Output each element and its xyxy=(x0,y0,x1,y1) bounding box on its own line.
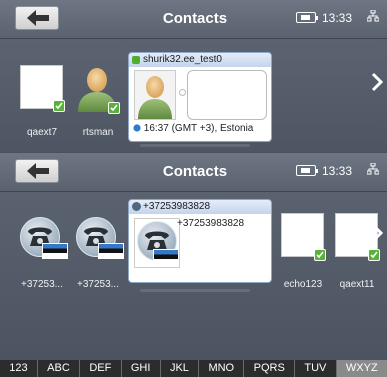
page-title: Contacts xyxy=(162,10,228,27)
clock: 13:33 xyxy=(322,164,353,178)
title-bar: Contacts 13:33 xyxy=(0,0,387,39)
page-title: Contacts xyxy=(162,163,228,180)
mood-message-bubble xyxy=(187,70,267,120)
index-key-ghi[interactable]: GHI xyxy=(122,360,161,377)
card-header: +37253983828 xyxy=(129,200,271,214)
scroll-shade xyxy=(140,144,250,147)
network-icon xyxy=(367,163,379,175)
back-button[interactable] xyxy=(15,6,59,30)
index-key-def[interactable]: DEF xyxy=(80,360,122,377)
scroll-shade xyxy=(140,289,250,292)
index-key-mno[interactable]: MNO xyxy=(199,360,245,377)
phone-icon xyxy=(132,202,141,211)
contact-label: qaext11 xyxy=(339,279,375,290)
next-arrow-icon[interactable] xyxy=(371,72,384,98)
battery-icon xyxy=(296,165,318,176)
estonia-flag-icon xyxy=(42,243,68,259)
title-bar: Contacts 13:33 xyxy=(0,153,387,192)
selected-contact-card[interactable]: +37253983828 +37253983828 xyxy=(128,199,272,283)
index-key-wxyz[interactable]: WXYZ xyxy=(336,360,387,377)
back-arrow-icon xyxy=(27,163,49,179)
contact-label: qaext7 xyxy=(26,127,58,138)
selected-contact-card[interactable]: shurik32.ee_test0 16:37 (GMT +3), Estoni… xyxy=(128,52,272,142)
local-time: 16:37 (GMT +3), Estonia xyxy=(143,123,254,134)
contact-tile[interactable] xyxy=(20,65,65,113)
estonia-flag-icon xyxy=(98,243,124,259)
person-avatar-icon xyxy=(134,70,176,120)
contact-name: +37253983828 xyxy=(143,201,211,212)
index-key-pqrs[interactable]: PQRS xyxy=(244,360,296,377)
battery-icon xyxy=(296,12,318,23)
contact-tile[interactable] xyxy=(20,213,68,261)
online-check-icon xyxy=(53,100,65,112)
estonia-flag-icon xyxy=(153,249,179,265)
index-key-tuv[interactable]: TUV xyxy=(295,360,337,377)
online-check-icon xyxy=(368,249,380,261)
clock: 13:33 xyxy=(322,11,353,25)
contact-tile[interactable] xyxy=(76,66,120,114)
phone-number: +37253983828 xyxy=(177,218,245,229)
alphabet-index-bar: 123 ABC DEF GHI JKL MNO PQRS TUV WXYZ xyxy=(0,360,387,377)
contact-label: rtsman xyxy=(82,127,114,138)
local-time-row: 16:37 (GMT +3), Estonia xyxy=(133,123,253,134)
online-check-icon xyxy=(108,102,120,114)
index-key-abc[interactable]: ABC xyxy=(38,360,81,377)
contact-tile[interactable] xyxy=(76,213,124,261)
next-arrow-icon[interactable] xyxy=(371,223,384,249)
contact-tile[interactable] xyxy=(281,213,326,261)
contact-label: +37253... xyxy=(77,279,119,290)
back-button[interactable] xyxy=(15,159,59,183)
contact-name: shurik32.ee_test0 xyxy=(143,54,222,65)
avatar xyxy=(134,218,180,268)
contacts-panel-top: Contacts 13:33 qaext7 rtsman shurik32.ee… xyxy=(0,0,387,152)
contact-label: +37253... xyxy=(21,279,63,290)
index-key-123[interactable]: 123 xyxy=(0,360,38,377)
back-arrow-icon xyxy=(27,10,49,26)
online-status-icon xyxy=(132,56,140,64)
contact-label: echo123 xyxy=(283,279,323,290)
bubble-tail xyxy=(179,89,186,96)
contacts-panel-bottom: Contacts 13:33 +37253... +37253... +3725… xyxy=(0,153,387,360)
index-key-jkl[interactable]: JKL xyxy=(161,360,200,377)
globe-icon xyxy=(133,124,141,132)
online-check-icon xyxy=(314,249,326,261)
network-icon xyxy=(367,10,379,22)
card-header: shurik32.ee_test0 xyxy=(129,53,271,67)
